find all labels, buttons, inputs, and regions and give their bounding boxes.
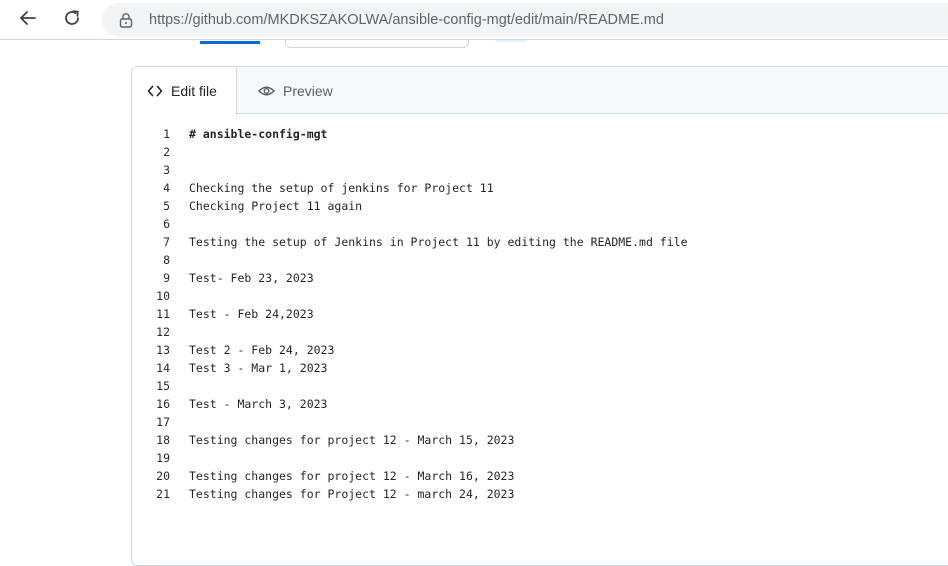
line-number: 16 bbox=[156, 397, 170, 411]
line-number: 19 bbox=[156, 451, 170, 465]
line-number: 3 bbox=[163, 163, 170, 177]
line-text bbox=[170, 377, 189, 395]
tab-preview-label: Preview bbox=[283, 82, 333, 99]
code-line[interactable]: 7 Testing the setup of Jenkins in Project… bbox=[132, 233, 948, 251]
code-line[interactable]: 17 bbox=[132, 413, 948, 431]
repo-link-cropped[interactable] bbox=[200, 40, 260, 44]
line-number: 12 bbox=[156, 325, 170, 339]
code-line[interactable]: 6 bbox=[132, 215, 948, 233]
editor-tab-bar: Edit file Preview bbox=[132, 67, 948, 115]
line-text: Testing changes for Project 12 - march 2… bbox=[189, 487, 515, 501]
line-text bbox=[170, 413, 189, 431]
line-text: Checking the setup of jenkins for Projec… bbox=[189, 181, 494, 195]
line-number: 7 bbox=[163, 235, 170, 249]
code-line[interactable]: 12 bbox=[132, 323, 948, 341]
line-number: 11 bbox=[156, 307, 170, 321]
line-number: 14 bbox=[156, 361, 170, 375]
code-line[interactable]: 20 Testing changes for project 12 - March… bbox=[132, 467, 948, 485]
line-text: Test - Feb 24,2023 bbox=[189, 307, 314, 321]
code-line[interactable]: 2 bbox=[132, 143, 948, 161]
line-text: Testing changes for project 12 - March 1… bbox=[189, 433, 515, 447]
code-line[interactable]: 4 Checking the setup of jenkins for Proje… bbox=[132, 179, 948, 197]
code-line[interactable]: 5 Checking Project 11 again bbox=[132, 197, 948, 215]
line-text bbox=[170, 161, 189, 179]
line-text bbox=[170, 449, 189, 467]
line-number: 2 bbox=[163, 145, 170, 159]
line-number: 5 bbox=[163, 199, 170, 213]
line-number: 18 bbox=[156, 433, 170, 447]
address-bar[interactable]: https://github.com/MKDKSZAKOLWA/ansible-… bbox=[102, 3, 948, 37]
line-number: 20 bbox=[156, 469, 170, 483]
back-button[interactable] bbox=[14, 6, 42, 34]
line-number: 8 bbox=[163, 253, 170, 267]
line-text: Testing the setup of Jenkins in Project … bbox=[189, 235, 688, 249]
browser-toolbar: https://github.com/MKDKSZAKOLWA/ansible-… bbox=[0, 0, 948, 40]
file-editor: Edit file Preview 1 # ansible-config-mgt 2… bbox=[131, 66, 948, 566]
line-text: Test 3 - Mar 1, 2023 bbox=[189, 361, 328, 375]
code-icon bbox=[147, 83, 163, 99]
back-arrow-icon bbox=[18, 8, 38, 33]
line-text: # ansible-config-mgt bbox=[189, 127, 328, 141]
line-number: 17 bbox=[156, 415, 170, 429]
line-number: 21 bbox=[156, 487, 170, 501]
code-line[interactable]: 14 Test 3 - Mar 1, 2023 bbox=[132, 359, 948, 377]
branch-button-cropped[interactable] bbox=[493, 40, 529, 42]
page-header-cropped bbox=[0, 40, 948, 50]
code-line[interactable]: 11 Test - Feb 24,2023 bbox=[132, 305, 948, 323]
line-text: Checking Project 11 again bbox=[189, 199, 363, 213]
line-number: 10 bbox=[156, 289, 170, 303]
line-text: Testing changes for project 12 - March 1… bbox=[189, 469, 515, 483]
line-number: 6 bbox=[163, 217, 170, 231]
url-path: MKDKSZAKOLWA/ansible-config-mgt/edit/mai… bbox=[267, 12, 664, 28]
eye-icon bbox=[258, 83, 275, 99]
line-text: Test- Feb 23, 2023 bbox=[189, 271, 314, 285]
code-line[interactable]: 18 Testing changes for project 12 - March… bbox=[132, 431, 948, 449]
code-line[interactable]: 1 # ansible-config-mgt bbox=[132, 125, 948, 143]
reload-button[interactable] bbox=[58, 6, 86, 34]
line-text: Test 2 - Feb 24, 2023 bbox=[189, 343, 335, 357]
code-line[interactable]: 3 bbox=[132, 161, 948, 179]
tab-edit-label: Edit file bbox=[171, 83, 217, 99]
code-line[interactable]: 21 Testing changes for Project 12 - march… bbox=[132, 485, 948, 503]
code-line[interactable]: 15 bbox=[132, 377, 948, 395]
code-editor-area[interactable]: 1 # ansible-config-mgt 2 3 4 Checking the set… bbox=[132, 125, 948, 503]
line-text bbox=[170, 287, 189, 305]
code-line[interactable]: 13 Test 2 - Feb 24, 2023 bbox=[132, 341, 948, 359]
line-number: 15 bbox=[156, 379, 170, 393]
line-text bbox=[170, 215, 189, 233]
line-number: 4 bbox=[163, 181, 170, 195]
line-number: 13 bbox=[156, 343, 170, 357]
line-number: 1 bbox=[163, 127, 170, 141]
line-text bbox=[170, 251, 189, 269]
lock-icon[interactable] bbox=[118, 12, 134, 28]
reload-icon bbox=[62, 8, 82, 33]
tab-preview[interactable]: Preview bbox=[258, 67, 333, 114]
code-line[interactable]: 8 bbox=[132, 251, 948, 269]
url-origin: https://github.com/ bbox=[149, 12, 268, 28]
line-text: Test - March 3, 2023 bbox=[189, 397, 328, 411]
code-line[interactable]: 10 bbox=[132, 287, 948, 305]
code-line[interactable]: 9 Test- Feb 23, 2023 bbox=[132, 269, 948, 287]
line-text bbox=[170, 323, 189, 341]
line-number: 9 bbox=[163, 271, 170, 285]
url-text: https://github.com/MKDKSZAKOLWA/ansible-… bbox=[149, 12, 664, 28]
filename-input-cropped[interactable] bbox=[285, 40, 469, 48]
line-text bbox=[170, 143, 189, 161]
tab-edit-file[interactable]: Edit file bbox=[132, 67, 237, 115]
code-line[interactable]: 19 bbox=[132, 449, 948, 467]
code-line[interactable]: 16 Test - March 3, 2023 bbox=[132, 395, 948, 413]
